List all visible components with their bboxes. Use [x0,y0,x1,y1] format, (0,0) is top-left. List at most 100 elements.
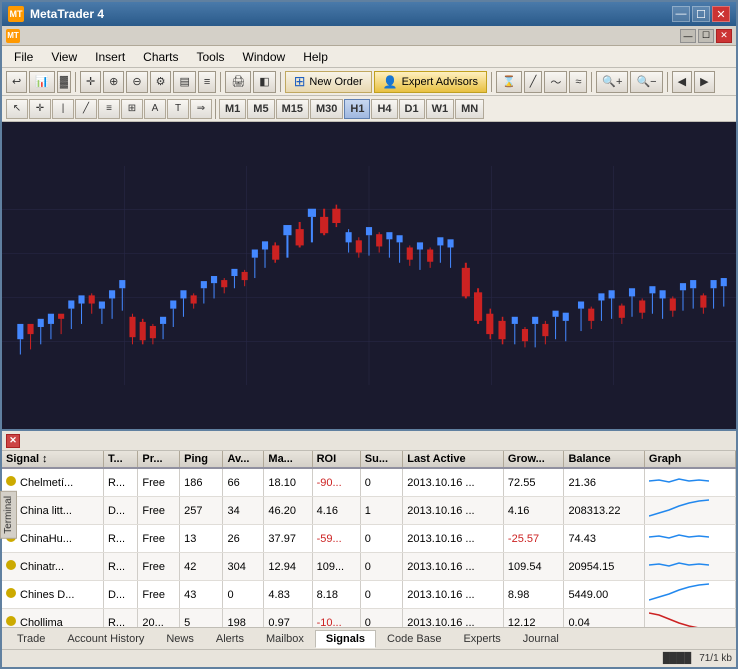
cell-9: 12.12 [503,609,564,628]
tf-d1[interactable]: D1 [399,99,425,119]
tf-m30[interactable]: M30 [310,99,343,119]
menu-insert[interactable]: Insert [87,48,133,66]
col-last-active[interactable]: Last Active [403,451,504,468]
tf-h4[interactable]: H4 [371,99,397,119]
menu-charts[interactable]: Charts [135,48,186,66]
nav-right-btn[interactable]: ▶ [694,71,714,93]
trendline-btn[interactable]: ╱ [75,99,97,119]
col-ping[interactable]: Ping [180,451,223,468]
tab-experts[interactable]: Experts [452,630,511,648]
line-btn[interactable]: ╱ [524,71,543,93]
tab-trade[interactable]: Trade [6,630,56,648]
tab-news[interactable]: News [155,630,205,648]
child-close[interactable]: ✕ [716,29,732,43]
connection-indicator: ████ [663,653,691,664]
tf-m15[interactable]: M15 [276,99,309,119]
crosshair-draw-btn[interactable]: ✛ [29,99,51,119]
cell-3: 5 [180,609,223,628]
col-graph[interactable]: Graph [644,451,735,468]
wave-btn[interactable]: 〜 [544,71,567,93]
maximize-button[interactable]: ☐ [692,6,710,22]
cell-5: 12.94 [264,553,312,581]
cell-7: 0 [360,581,403,609]
tab-account-history[interactable]: Account History [56,630,155,648]
cell-5: 18.10 [264,468,312,497]
cell-5: 0.97 [264,609,312,628]
history-btn[interactable]: ⌛ [496,71,522,93]
zoom-in-btn[interactable]: ⊕ [103,71,124,93]
menu-help[interactable]: Help [295,48,336,66]
graph-cell [644,609,735,628]
period-btn[interactable]: ≡ [198,71,216,93]
cell-8: 2013.10.16 ... [403,609,504,628]
text-btn[interactable]: A [144,99,166,119]
tab-signals[interactable]: Signals [315,630,376,648]
col-balance[interactable]: Balance [564,451,644,468]
new-order-btn[interactable]: ⊞ New Order [285,71,372,93]
template-btn[interactable]: ▤ [173,71,195,93]
title-bar-left: MT MetaTrader 4 [8,6,104,22]
zoom-in-btn2[interactable]: 🔍+ [596,71,628,93]
tf-mn[interactable]: MN [455,99,484,119]
signals-table[interactable]: Signal ↕ T... Pr... Ping Av... Ma... ROI… [2,451,736,627]
cell-3: 257 [180,497,223,525]
textbox-btn[interactable]: T [167,99,189,119]
arrow-btn[interactable]: ↩ [6,71,27,93]
col-grow[interactable]: Grow... [503,451,564,468]
menu-view[interactable]: View [43,48,85,66]
chart-area[interactable] [2,122,736,429]
chart-btn[interactable]: 📊 [29,71,55,93]
table-row: Chines D...D...Free4304.838.1802013.10.1… [2,581,736,609]
zoom-out-btn2[interactable]: 🔍− [630,71,662,93]
signal-dot [6,588,16,598]
cell-10: 208313.22 [564,497,644,525]
bottom-panel: ✕ Signal ↕ T... Pr... Ping Av... Ma... R… [2,429,736,649]
child-logo: MT [6,29,20,43]
sep3 [280,72,281,92]
print-prev-btn[interactable]: ◧ [253,71,275,93]
menu-tools[interactable]: Tools [189,48,233,66]
panel-close-btn[interactable]: ✕ [6,434,20,448]
nav-left-btn[interactable]: ◀ [672,71,692,93]
child-maximize[interactable]: ☐ [698,29,714,43]
eq-btn[interactable]: ≡ [98,99,120,119]
col-su[interactable]: Su... [360,451,403,468]
col-av[interactable]: Av... [223,451,264,468]
tf-m1[interactable]: M1 [219,99,246,119]
cell-3: 42 [180,553,223,581]
cursor-btn[interactable]: ↖ [6,99,28,119]
tf-w1[interactable]: W1 [426,99,455,119]
crosshair-btn[interactable]: ✛ [80,71,101,93]
chart-btn2[interactable]: ▓ [57,71,71,93]
col-signal[interactable]: Signal ↕ [2,451,103,468]
tab-alerts[interactable]: Alerts [205,630,255,648]
minimize-button[interactable]: — [672,6,690,22]
properties-btn[interactable]: ⚙ [150,71,172,93]
print-btn[interactable]: 🖨 [225,71,251,93]
zoom-out-btn[interactable]: ⊖ [126,71,147,93]
status-bar: ████ 71/1 kb [2,649,736,667]
arrow-draw-btn[interactable]: ⇒ [190,99,212,119]
cell-6: -90... [312,468,360,497]
tab-journal[interactable]: Journal [512,630,570,648]
sep5 [591,72,592,92]
child-minimize[interactable]: — [680,29,696,43]
menu-window[interactable]: Window [235,48,294,66]
close-button[interactable]: ✕ [712,6,730,22]
grid-btn[interactable]: ⊞ [121,99,143,119]
tab-code-base[interactable]: Code Base [376,630,452,648]
draw-sep [215,99,216,119]
cell-5: 46.20 [264,497,312,525]
tab-mailbox[interactable]: Mailbox [255,630,315,648]
cell-4: 0 [223,581,264,609]
col-ma[interactable]: Ma... [264,451,312,468]
tf-m5[interactable]: M5 [247,99,274,119]
vertical-line-btn[interactable]: | [52,99,74,119]
col-roi[interactable]: ROI [312,451,360,468]
menu-file[interactable]: File [6,48,41,66]
fib-btn[interactable]: ≈ [569,71,587,93]
expert-advisors-btn[interactable]: 👤 Expert Advisors [374,71,487,93]
tf-h1[interactable]: H1 [344,99,370,119]
col-type[interactable]: T... [103,451,137,468]
col-price[interactable]: Pr... [138,451,180,468]
